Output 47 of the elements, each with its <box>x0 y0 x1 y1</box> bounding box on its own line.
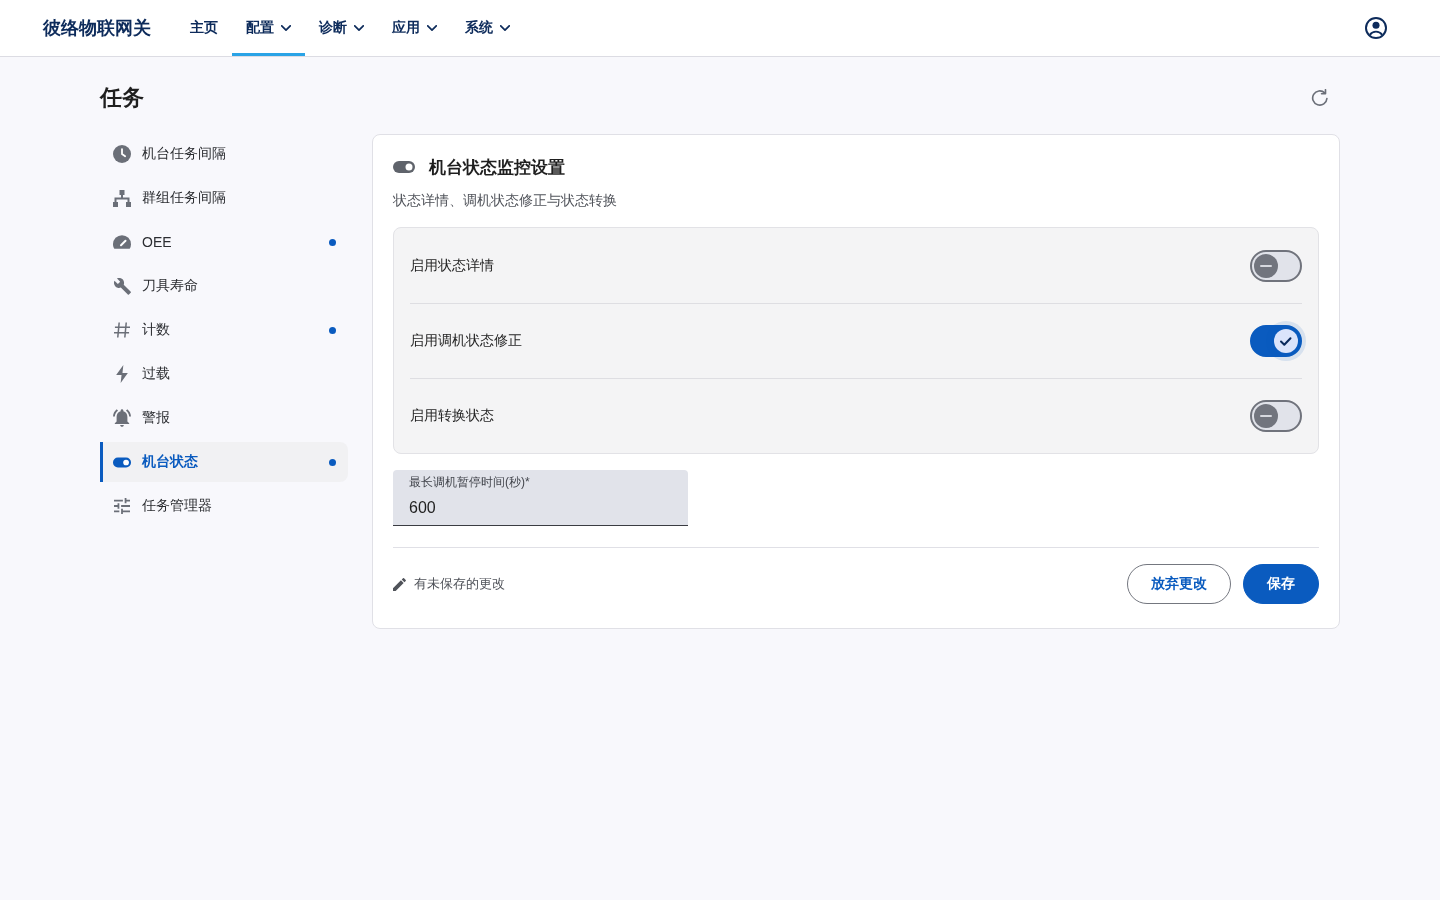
status-text: 有未保存的更改 <box>414 575 505 593</box>
toggle-switch[interactable] <box>1250 400 1302 432</box>
lightning-icon <box>116 365 128 383</box>
chevron-icon <box>354 25 364 31</box>
nav-tab[interactable]: 诊断 <box>305 0 378 56</box>
bell-icon <box>113 409 131 427</box>
minus-icon <box>1254 253 1278 278</box>
account-icon[interactable] <box>1365 17 1387 39</box>
pencil-icon <box>393 577 406 591</box>
sidebar-item[interactable]: 任务管理器 <box>100 486 348 526</box>
field-label: 最长调机暂停时间(秒)* <box>409 475 530 489</box>
nav-tab[interactable]: 系统 <box>451 0 524 56</box>
toggle-icon <box>113 456 131 468</box>
card-subtitle: 状态详情、调机状态修正与状态转换 <box>393 191 618 210</box>
nav-tab[interactable]: 配置 <box>232 0 305 56</box>
page-title: 任务 <box>100 84 144 112</box>
sidebar-item[interactable]: 过载 <box>100 354 348 394</box>
sidebar-item[interactable]: 计数 <box>100 310 348 350</box>
toggle-label: 启用转换状态 <box>410 407 494 425</box>
app-title: 彼络物联网关 <box>43 17 151 40</box>
nav-tab[interactable]: 应用 <box>378 0 451 56</box>
hash-icon <box>114 322 130 338</box>
toggle-label: 启用状态详情 <box>410 256 494 275</box>
toggle-icon <box>393 161 415 173</box>
sidebar-item[interactable]: OEE <box>100 222 348 262</box>
clock-icon <box>113 145 131 163</box>
save-button[interactable]: 保存 <box>1243 564 1319 604</box>
toggle-label: 启用调机状态修正 <box>410 332 522 350</box>
sidebar-item[interactable]: 警报 <box>100 398 348 438</box>
hierarchy-icon <box>113 189 131 207</box>
sidebar-item[interactable]: 刀具寿命 <box>100 266 348 306</box>
chevron-icon <box>500 25 510 31</box>
sidebar-item[interactable]: 群组任务间隔 <box>100 178 348 218</box>
sidebar-item[interactable]: 机台任务间隔 <box>100 134 348 174</box>
chevron-icon <box>427 25 437 31</box>
wrench-icon <box>113 277 131 295</box>
minus-icon <box>1254 404 1278 428</box>
gauge-icon <box>113 235 131 249</box>
chevron-icon <box>281 25 291 31</box>
toggle-switch[interactable] <box>1250 249 1302 282</box>
card-title: 机台状态监控设置 <box>429 156 565 179</box>
check-icon <box>1274 329 1298 353</box>
sidebar-item[interactable]: 机台状态 <box>100 442 348 482</box>
refresh-icon[interactable] <box>1311 89 1329 107</box>
discard-button[interactable]: 放弃更改 <box>1127 564 1231 604</box>
nav-tab[interactable]: 主页 <box>176 0 232 56</box>
sliders-icon <box>114 498 130 514</box>
